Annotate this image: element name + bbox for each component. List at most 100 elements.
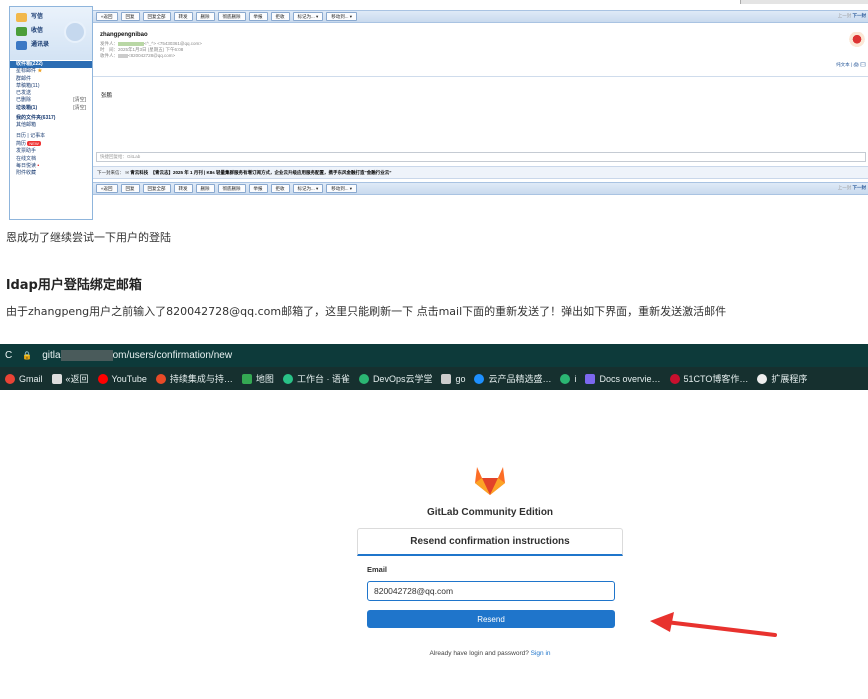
mark-as-dropdown[interactable]: 标记为... ▾ — [292, 184, 324, 193]
bookmark-label: Docs overvie… — [599, 373, 661, 384]
bookmark-item[interactable]: Gmail — [5, 373, 43, 384]
folder-other[interactable]: 其他邮箱 — [10, 122, 92, 129]
redacted-block — [60, 349, 113, 361]
signin-link[interactable]: Sign in — [531, 650, 551, 657]
bookmark-icon — [51, 373, 62, 384]
plain-text-link[interactable]: 纯文本 | 🖨 ✉ — [836, 62, 866, 68]
compose-icon — [16, 12, 27, 22]
bookmark-item[interactable]: «返回 — [51, 372, 89, 385]
bookmark-icon — [560, 373, 571, 384]
clear-link[interactable]: [清空] — [73, 97, 86, 104]
bookmark-item[interactable]: go — [441, 373, 465, 384]
email-field[interactable] — [367, 581, 615, 601]
collapse-icon[interactable] — [64, 21, 86, 43]
bookmark-item[interactable]: 扩展程序 — [757, 372, 807, 385]
bookmark-label: 云产品精选盛… — [488, 374, 552, 384]
dot-icon: • — [37, 162, 40, 169]
lock-icon: 🔒 — [22, 351, 33, 360]
mail-pager: 上一封 下一封 — [838, 185, 866, 191]
redacted-block — [118, 54, 128, 59]
reply-all-button[interactable]: 回复全部 — [142, 12, 171, 21]
bookmark-item[interactable]: 工作台 · 语雀 — [282, 372, 350, 385]
bookmark-item[interactable]: 地图 — [241, 372, 274, 385]
folder-starred[interactable]: 星标邮件 ★ — [10, 68, 92, 75]
bookmark-item[interactable]: Docs overvie… — [585, 373, 661, 384]
attach-link[interactable]: 附件收藏 — [10, 170, 92, 177]
bookmark-icon — [241, 373, 252, 384]
article-heading: ldap用户登陆绑定邮箱 — [6, 278, 142, 293]
prev-link[interactable]: 上一封 — [838, 185, 852, 190]
sender-address[interactable]: <^_^> <75430361@qq.com> — [144, 41, 202, 46]
mail-pager: 上一封 下一封 — [838, 13, 866, 19]
reply-all-button[interactable]: 回复全部 — [142, 184, 171, 193]
forward-button[interactable]: 转发 — [173, 184, 193, 193]
docs-link[interactable]: 在线文档 — [10, 156, 92, 163]
url-text[interactable]: gitla om/users/confirmation/new — [42, 349, 232, 361]
next-link[interactable]: 下一封 — [853, 13, 867, 18]
mail-toolbar-top: «返回 回复 回复全部 转发 删除 彻底删除 举报 拒收 标记为... ▾ 移动… — [93, 10, 868, 23]
reply-button[interactable]: 回复 — [120, 184, 140, 193]
next-link[interactable]: 下一封 — [853, 185, 867, 190]
forward-button[interactable]: 转发 — [173, 12, 193, 21]
reject-button[interactable]: 拒收 — [270, 12, 290, 21]
move-to-dropdown[interactable]: 移动到... ▾ — [326, 184, 358, 193]
quick-reply-input[interactable]: 快捷回复给：GitLab — [96, 152, 866, 162]
mail-subject: zhangpengnibao — [100, 32, 148, 38]
bookmark-icon — [474, 373, 485, 384]
move-to-dropdown[interactable]: 移动到... ▾ — [326, 12, 358, 21]
qq-mail-screenshot: 写信 收信 通讯录 收件箱(222) 星标邮件 ★ 群邮件 草稿箱(11) 已发… — [0, 0, 868, 222]
delete-button[interactable]: 删除 — [195, 12, 215, 21]
folder-deleted[interactable]: 已删除 [清空] — [10, 97, 92, 104]
delete-forever-button[interactable]: 彻底删除 — [217, 12, 246, 21]
bookmark-label: 工作台 · 语雀 — [296, 374, 350, 384]
article-line: 恩成功了继续尝试一下用户的登陆 — [6, 231, 171, 244]
reply-button[interactable]: 回复 — [120, 12, 140, 21]
folder-spam[interactable]: 垃圾箱(1) [清空] — [10, 105, 92, 112]
prev-link[interactable]: 上一封 — [838, 13, 852, 18]
folder-list: 收件箱(222) 星标邮件 ★ 群邮件 草稿箱(11) 已发送 已删除 [清空] … — [10, 60, 92, 177]
new-badge: NEW — [27, 140, 41, 146]
invoice-link[interactable]: 发票助手 — [10, 148, 92, 155]
bookmark-label: YouTube — [111, 373, 147, 384]
signin-prompt: Already have login and password? Sign in — [429, 650, 551, 657]
back-button[interactable]: «返回 — [96, 184, 118, 193]
bookmark-icon — [97, 373, 108, 384]
bookmark-label: 持续集成与持… — [169, 374, 233, 384]
resend-button[interactable]: Resend — [367, 610, 615, 628]
redacted-block — [118, 41, 144, 46]
delete-forever-button[interactable]: 彻底删除 — [217, 184, 246, 193]
next-mail-bar[interactable]: 下一封来信： ✉ 青云科技 【青云志】2025 年 1 月刊 | K8s 轻量集… — [93, 166, 868, 179]
bookmark-item[interactable]: 持续集成与持… — [155, 372, 233, 385]
folder-group[interactable]: 群邮件 — [10, 76, 92, 83]
sender-avatar — [848, 32, 866, 50]
contacts-icon — [16, 40, 27, 50]
address-bar[interactable]: C 🔒 gitla om/users/confirmation/new — [0, 344, 868, 367]
bookmark-icon — [282, 373, 293, 384]
calendar-link[interactable]: 日历 | 记事本 — [10, 133, 92, 140]
bookmark-item[interactable]: 51CTO博客作… — [669, 372, 749, 385]
recipient-line: 收件人： <820042728@qq.com> — [100, 53, 176, 59]
reload-icon[interactable]: C — [5, 350, 12, 361]
delete-button[interactable]: 删除 — [195, 184, 215, 193]
window-strip — [740, 0, 868, 4]
clear-link[interactable]: [清空] — [73, 105, 86, 112]
report-button[interactable]: 举报 — [248, 184, 268, 193]
tab-resend-confirmation[interactable]: Resend confirmation instructions — [357, 528, 623, 556]
bookmark-item[interactable]: YouTube — [97, 373, 147, 384]
mark-as-dropdown[interactable]: 标记为... ▾ — [292, 12, 324, 21]
mail-header: zhangpengnibao 发件人： <^_^> <75430361@qq.co… — [93, 24, 868, 72]
article-paragraph: 由于zhangpeng用户之前输入了820042728@qq.com邮箱了，这里… — [6, 305, 727, 318]
bookmark-item[interactable]: DevOps云学堂 — [358, 372, 433, 385]
bookmark-label: DevOps云学堂 — [372, 374, 433, 384]
reject-button[interactable]: 拒收 — [270, 184, 290, 193]
bookmark-icon — [585, 373, 596, 384]
gitlab-screenshot: C 🔒 gitla om/users/confirmation/new Gmail… — [0, 344, 868, 699]
bookmark-icon — [757, 373, 768, 384]
mail-sidebar: 写信 收信 通讯录 收件箱(222) 星标邮件 ★ 群邮件 草稿箱(11) 已发… — [9, 6, 93, 220]
report-button[interactable]: 举报 — [248, 12, 268, 21]
bookmark-item[interactable]: 云产品精选盛… — [474, 372, 551, 385]
bookmark-item[interactable]: i — [560, 373, 576, 384]
bookmark-label: 51CTO博客作… — [683, 374, 749, 384]
back-button[interactable]: «返回 — [96, 12, 118, 21]
gitlab-logo-icon — [475, 467, 505, 495]
